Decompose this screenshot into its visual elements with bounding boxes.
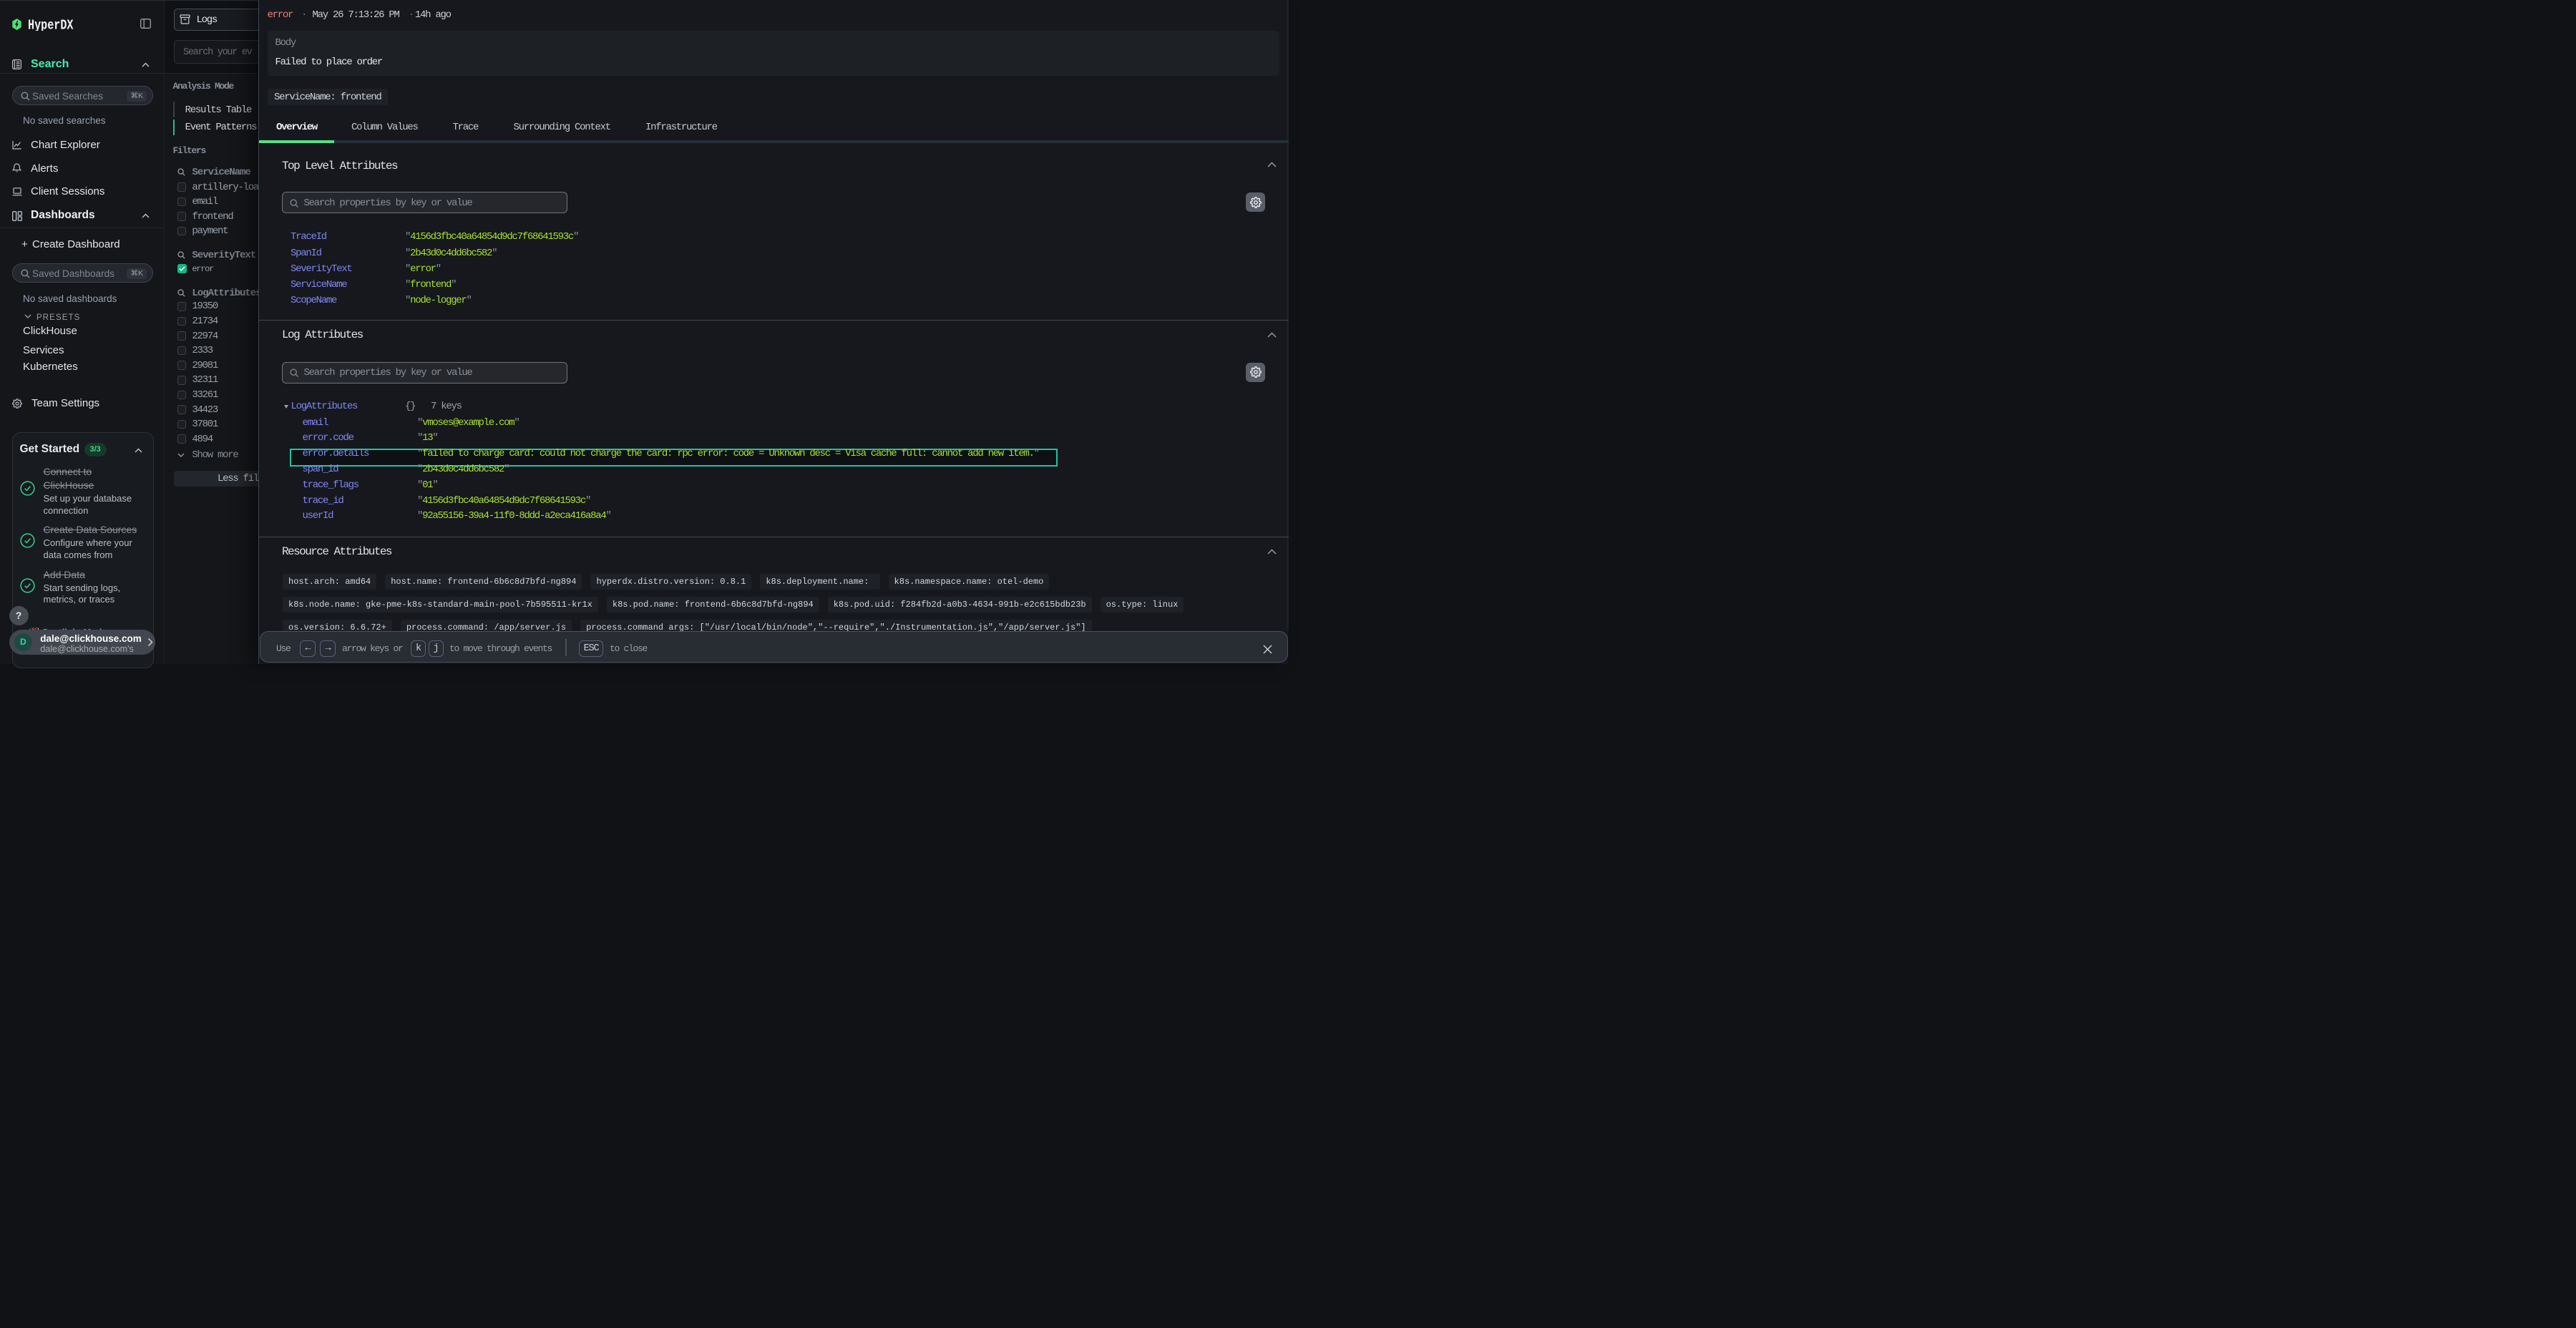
svg-text:HyperDX: HyperDX <box>28 18 74 31</box>
